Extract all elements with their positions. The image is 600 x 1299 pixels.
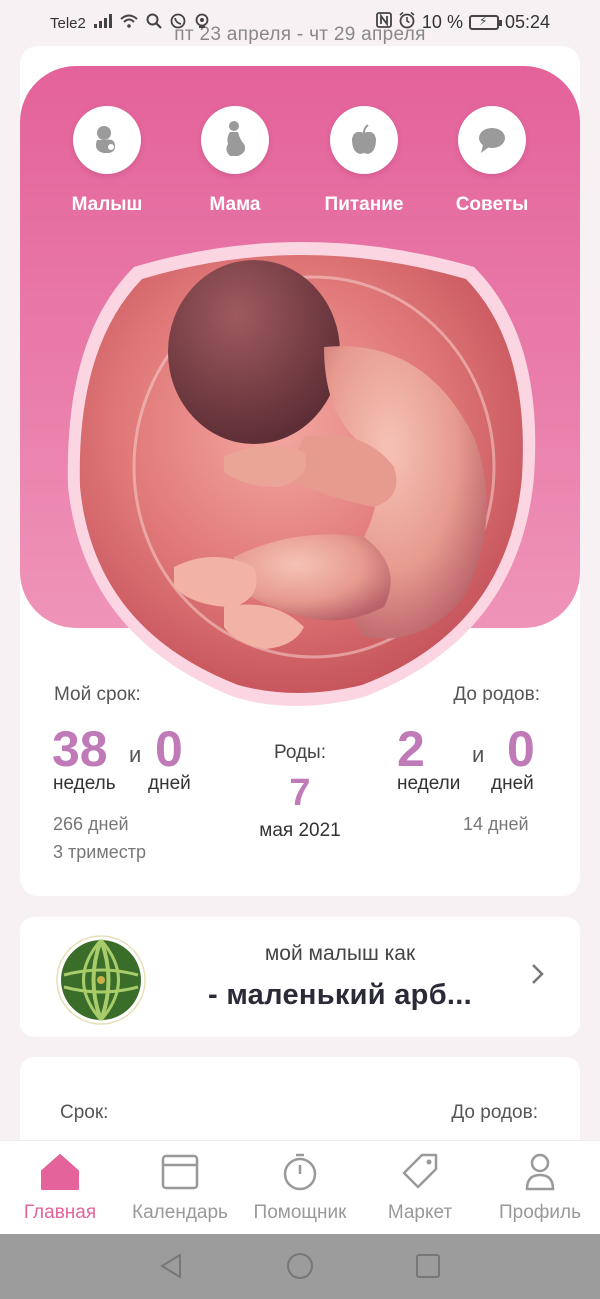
until-birth-label: До родов: <box>451 1102 538 1123</box>
nav-label: Мама <box>209 194 261 215</box>
tab-label: Маркет <box>387 1202 453 1223</box>
apple-icon <box>330 106 398 174</box>
left-days-value: 0 <box>507 721 535 777</box>
birth-day: 7 <box>289 772 311 814</box>
status-left: Tele2 <box>50 13 210 33</box>
weeks-unit: недель <box>53 773 116 794</box>
my-term-label: Мой срок: <box>54 684 141 705</box>
location-icon <box>194 13 210 33</box>
size-caption: мой малыш как <box>264 942 416 965</box>
calendar-icon <box>160 1154 200 1195</box>
fetus-illustration[interactable] <box>64 237 538 707</box>
left-weeks-value: 2 <box>397 721 425 777</box>
and-label: и <box>472 742 485 767</box>
nav-label: Питание <box>324 194 404 215</box>
alarm-icon <box>398 11 416 33</box>
tab-label: Календарь <box>132 1202 228 1223</box>
home-icon <box>40 1154 80 1195</box>
size-comparison: - маленький арб... <box>208 979 472 1011</box>
baby-size-card[interactable]: мой малыш как - маленький арб... <box>20 917 580 1037</box>
tab-label: Профиль <box>498 1202 582 1223</box>
tab-label: Помощник <box>253 1202 347 1223</box>
pregnant-mom-icon <box>201 106 269 174</box>
term-label: Срок: <box>60 1102 109 1123</box>
tag-icon <box>400 1153 440 1195</box>
tab-label: Главная <box>23 1202 97 1223</box>
bottom-nav: Главная Календарь Помощник Маркет Профил… <box>0 1140 600 1234</box>
tab-calendar[interactable]: Календарь <box>120 1153 240 1224</box>
nav-label: Малыш <box>71 194 143 215</box>
status-right: 10 % ⚡ 05:24 <box>376 11 550 33</box>
nav-baby[interactable]: Малыш <box>42 106 172 216</box>
battery-icon: ⚡ <box>468 14 502 30</box>
tab-home[interactable]: Главная <box>0 1153 120 1224</box>
status-bar: Tele2 10 % ⚡ 05:24 <box>0 0 600 46</box>
viber-icon <box>170 13 186 33</box>
left-days-unit: дней <box>491 773 534 794</box>
tab-market[interactable]: Маркет <box>360 1153 480 1224</box>
nav-tips[interactable]: Советы <box>427 106 557 216</box>
nav-label: Советы <box>455 194 529 215</box>
tab-profile[interactable]: Профиль <box>480 1153 600 1224</box>
left-total-days: 14 дней <box>463 814 529 834</box>
clock: 05:24 <box>504 11 550 32</box>
recents-icon[interactable] <box>415 1253 441 1284</box>
nfc-icon <box>376 12 392 32</box>
birth-month: мая 2021 <box>259 820 341 841</box>
stopwatch-icon <box>280 1153 320 1195</box>
and-label: и <box>129 742 142 767</box>
pregnancy-stats: Мой срок: До родов: 38 и 0 недель дней 2… <box>20 680 580 880</box>
carrier-label: Tele2 <box>50 14 86 32</box>
birth-label: Роды: <box>273 742 326 763</box>
total-days: 266 дней <box>53 814 129 834</box>
baby-icon <box>73 106 141 174</box>
nav-nutrition[interactable]: Питание <box>299 106 429 216</box>
watermelon-icon <box>56 935 146 1025</box>
back-icon[interactable] <box>158 1252 184 1285</box>
left-weeks-unit: недели <box>397 773 461 794</box>
system-nav-bar <box>0 1234 600 1299</box>
until-birth-label: До родов: <box>453 684 540 705</box>
home-button-icon[interactable] <box>286 1252 314 1285</box>
days-value: 0 <box>155 721 183 777</box>
chat-bubble-icon <box>458 106 526 174</box>
screen: Tele2 10 % ⚡ 05:24 пт 23 апреля - чт 29 … <box>0 0 600 1299</box>
search-icon <box>146 13 162 33</box>
trimester: 3 триместр <box>53 842 146 862</box>
profile-icon <box>520 1153 560 1195</box>
chevron-right-icon <box>530 962 546 991</box>
tab-assistant[interactable]: Помощник <box>240 1153 360 1224</box>
weeks-value: 38 <box>52 721 108 777</box>
category-nav: Малыш Мама Питание Советы <box>20 106 580 226</box>
wifi-icon <box>120 14 138 32</box>
nav-mom[interactable]: Мама <box>170 106 300 216</box>
signal-icon <box>93 14 112 32</box>
battery-percent: 10 % <box>421 11 463 32</box>
days-unit: дней <box>148 773 191 794</box>
